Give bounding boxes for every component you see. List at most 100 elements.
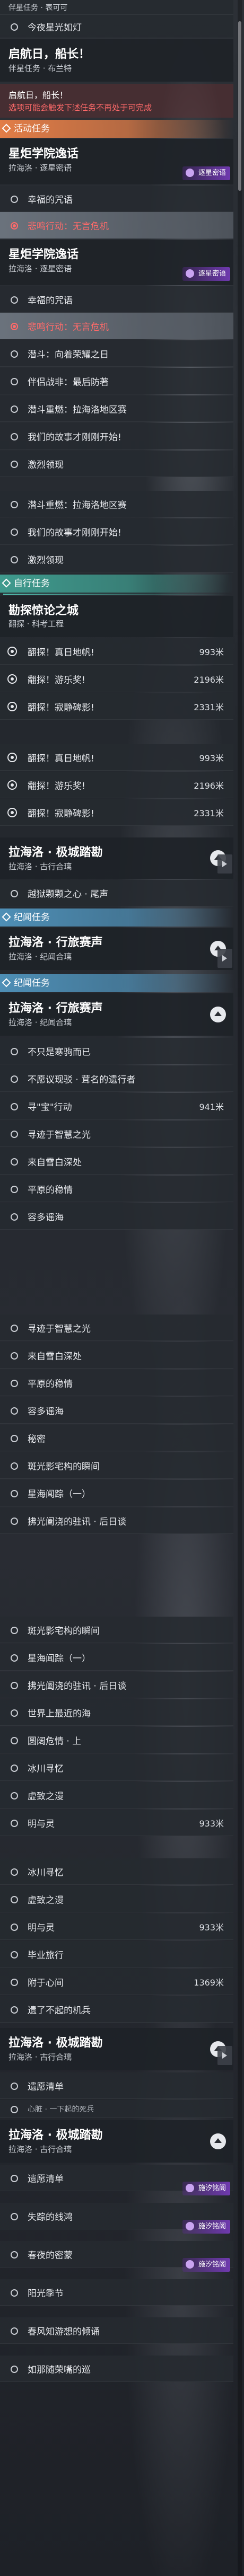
quest-item[interactable]: 明与灵 933米 [0,1810,233,1836]
quest-item[interactable]: 平原的稳情 [0,1370,233,1396]
quest-item[interactable]: 翻探！真日地帆! 993米 [0,638,233,665]
quest-group-subtitle: 拉海洛 · 古行合璃 [8,862,72,871]
quest-group-laha2[interactable]: 拉海洛 · 行旅赛声 拉海洛 · 纪闻合璃 [0,928,233,970]
quest-item[interactable]: 冰川寻忆 [0,1754,233,1781]
quest-item[interactable]: 秘密 [0,1425,233,1451]
quest-item[interactable]: 星海闻踪（一） [0,1480,233,1506]
quest-group-title: 启航日，船长！ [8,90,68,100]
scrollbar-thumb[interactable] [238,21,241,191]
quest-item[interactable]: 容多谣海 [0,1203,233,1230]
collapse-button[interactable] [210,1007,226,1022]
quest-item[interactable]: 斑光影宅构的瞬间 [0,1617,233,1643]
quest-group-partial[interactable]: 伴星任务 · 表可可 [0,0,233,15]
quest-bullet-icon [11,1075,18,1083]
quest-bullet-icon [11,1462,18,1470]
quest-item[interactable]: 遗愿清单 [0,2072,233,2099]
star-icon [185,2222,194,2230]
quest-bullet-icon [11,1819,18,1827]
quest-item[interactable]: 我们的故事才刚刚开始! [0,423,233,449]
quest-bullet-icon [11,2365,18,2373]
quest-item-label: 翻探！游乐奖! [28,675,85,685]
quest-item[interactable]: 来自雪白深处 [0,1342,233,1369]
quest-item[interactable]: 潜斗：向着荣耀之日 [0,340,233,367]
quest-item[interactable]: 寻迹于智慧之光 [0,1121,233,1147]
alert-bullet-icon [11,323,18,330]
quest-item[interactable]: 平原的稳情 [0,1176,233,1202]
quest-group-xtg[interactable]: 星炬学院逸话 拉海洛 · 逐星密语 逐星密语 [0,139,233,184]
scrollbar[interactable] [238,0,242,2576]
quest-item[interactable]: 虚致之漫 [0,1886,233,1912]
quest-item[interactable]: 容多谣海 [0,1397,233,1424]
quest-item[interactable]: 翻探！寂静碑影! 2331米 [0,799,233,826]
star-icon [185,169,194,177]
quest-item[interactable]: 幸福的咒语 [0,286,233,313]
quest-item-label: 幸福的咒语 [28,195,73,205]
expand-arrow-icon[interactable] [217,854,232,874]
quest-group-laha5[interactable]: 拉海洛 · 极城踏勘 拉海洛 · 古行合璃 [0,2120,233,2163]
quest-group-laha3[interactable]: 拉海洛 · 行旅赛声 拉海洛 · 纪闻合璃 [0,993,233,1036]
quest-item-selected[interactable]: 悲鸣行动：无言危机 [0,212,233,239]
quest-item[interactable]: 星海闻踪（一） [0,1644,233,1671]
quest-item[interactable]: 潜斗重燃：拉海洛地区赛 [0,395,233,422]
collapse-button[interactable] [210,2133,226,2149]
quest-item[interactable]: 冰川寻忆 [0,1858,233,1885]
quest-item[interactable]: 拂光阖浇的驻讯 · 后日谈 [0,1672,233,1698]
quest-item[interactable]: 心脏 · 一下起的死兵 [0,2100,233,2118]
diamond-icon [2,123,11,133]
quest-item[interactable]: 寻"宝"行动 941米 [0,1093,233,1119]
event-badge[interactable]: 逐星密语 [182,267,230,281]
quest-item[interactable]: 斑光影宅构的瞬间 [0,1452,233,1479]
quest-item[interactable]: 圆阔危情 · 上 [0,1727,233,1753]
event-badge[interactable]: 施汐铭阁 [182,2182,230,2195]
event-badge[interactable]: 施汐铭阁 [182,2220,230,2234]
quest-bullet-icon [11,1158,18,1166]
quest-item[interactable]: 翻探！游乐奖! 2196米 [0,772,233,798]
quest-item-label: 圆阔危情 · 上 [28,1736,82,1746]
quest-item[interactable]: 潜斗重燃：拉海洛地区赛 [0,491,233,517]
quest-group-qiji[interactable]: 启航日，船长！ 伴星任务 · 布兰特 [0,39,233,82]
quest-group-xtg-2[interactable]: 星炬学院逸话 拉海洛 · 逐星密语 逐星密语 [0,240,233,285]
quest-item[interactable]: 世界上最近的海 [0,1699,233,1726]
section-header-record: 纪闻任务 [0,908,233,927]
quest-item-label: 翻探！真日地帆! [28,647,94,658]
quest-item[interactable]: 我们的故事才刚刚开始! [0,518,233,545]
quest-item[interactable]: 遗了不起的机兵 [0,1996,233,2023]
quest-item-selected[interactable]: 悲鸣行动：无言危机 [0,313,233,339]
quest-item[interactable]: 附于心间 1369米 [0,1969,233,1995]
quest-bullet-icon [11,350,18,358]
quest-item-label: 翻探！寂静碑影! [28,808,94,819]
quest-item[interactable]: 来自雪白深处 [0,1148,233,1175]
quest-item[interactable]: 不只是寒驹而已 [0,1038,233,1064]
quest-item-label: 寻迹于智慧之光 [28,1130,91,1140]
quest-item[interactable]: 今夜星光如灯 [0,15,233,38]
quest-item[interactable]: 越狱颗颗之心 · 尾声 [0,880,233,906]
quest-item[interactable]: 翻探！游乐奖! 2196米 [0,666,233,692]
quest-item[interactable]: 拂光阖浇的驻讯 · 后日谈 [0,1507,233,1534]
diamond-icon [2,978,11,987]
quest-group-laha1[interactable]: 拉海洛 · 极城踏勘 拉海洛 · 古行合璃 [0,837,233,879]
quest-bullet-icon [11,1130,18,1138]
quest-item[interactable]: 不愿议现驳 · 茸名的遗行者 [0,1065,233,1092]
quest-item[interactable]: 伴侣战非：最后防著 [0,368,233,394]
quest-group-subtitle: 伴星任务 · 表可可 [8,3,68,12]
quest-item[interactable]: 阳光季节 [0,2279,233,2306]
quest-item[interactable]: 翻探！寂静碑影! 2331米 [0,693,233,720]
quest-item[interactable]: 毕业旅行 [0,1941,233,1968]
quest-item[interactable]: 明与灵 933米 [0,1913,233,1940]
quest-item[interactable]: 激烈领现 [0,546,233,572]
quest-item[interactable]: 寻迹于智慧之光 [0,1315,233,1341]
quest-group-qiji-warning[interactable]: 启航日，船长！ 选项可能会触发下述任务不再处于可完成 [0,84,233,118]
quest-item-label: 遗愿清单 [28,2174,64,2184]
event-badge[interactable]: 逐星密语 [182,166,230,180]
quest-item[interactable]: 激烈领现 [0,451,233,477]
quest-item[interactable]: 虚致之漫 [0,1782,233,1809]
quest-item[interactable]: 如那随荣嘴的巡 [0,2356,233,2382]
event-badge[interactable]: 施汐铭阁 [182,2258,230,2272]
quest-group-laha4[interactable]: 拉海洛 · 极城踏勘 拉海洛 · 古行合璃 [0,2028,233,2070]
quest-group-ancient[interactable]: 勘探惊论之城 翻探 · 科考工程 [0,596,233,637]
quest-item[interactable]: 春风知游想的倾诵 [0,2317,233,2344]
quest-item[interactable]: 幸福的咒语 [0,186,233,212]
quest-item[interactable]: 翻探！真日地帆! 993米 [0,744,233,771]
expand-arrow-icon[interactable] [217,2046,232,2065]
expand-arrow-icon[interactable] [217,949,232,968]
